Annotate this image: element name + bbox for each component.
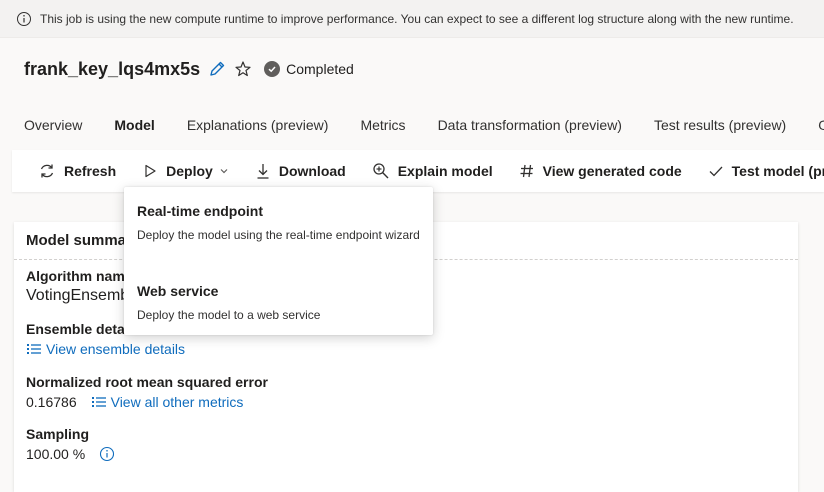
refresh-icon (40, 164, 54, 178)
zoom-in-icon (373, 163, 389, 179)
info-icon (17, 11, 31, 26)
real-time-endpoint-description: Deploy the model using the real-time end… (137, 228, 420, 242)
tab-data-transformation[interactable]: Data transformation (preview) (438, 113, 622, 137)
deploy-dropdown-menu: Real-time endpoint Deploy the model usin… (124, 187, 433, 335)
download-icon (257, 164, 269, 179)
nrmse-value: 0.16786 (26, 394, 77, 410)
job-header: frank_key_lqs4mx5s Completed (24, 56, 354, 82)
play-icon (145, 164, 156, 178)
chevron-down-icon (220, 169, 228, 174)
sampling-field: Sampling 100.00 % (26, 426, 115, 462)
refresh-button[interactable]: Refresh (38, 162, 116, 180)
view-generated-code-label: View generated code (542, 163, 682, 179)
status-badge: Completed (264, 61, 354, 77)
view-ensemble-details-text: View ensemble details (46, 341, 186, 357)
web-service-menu-item[interactable]: Web service Deploy the model to a web se… (137, 283, 422, 325)
real-time-endpoint-title: Real-time endpoint (137, 203, 264, 219)
tab-test-results[interactable]: Test results (preview) (654, 113, 786, 137)
edit-pencil-icon[interactable] (208, 60, 226, 78)
tab-bar: Overview Model Explanations (preview) Me… (0, 110, 824, 140)
view-generated-code-button[interactable]: View generated code (519, 163, 682, 179)
sampling-value: 100.00 % (26, 446, 86, 462)
nrmse-field: Normalized root mean squared error 0.167… (26, 374, 268, 410)
download-label: Download (278, 163, 346, 179)
completed-check-icon (264, 61, 281, 77)
deploy-label: Deploy (166, 163, 213, 179)
view-all-metrics-text: View all other metrics (110, 394, 244, 410)
deploy-button[interactable]: Deploy (142, 163, 229, 179)
explain-model-button[interactable]: Explain model (372, 162, 493, 180)
tab-overview[interactable]: Overview (24, 113, 82, 137)
tab-outputs[interactable]: Ou (818, 113, 824, 137)
bullet-list-icon (91, 397, 106, 407)
bullet-list-icon (27, 344, 41, 354)
info-banner: This job is using the new compute runtim… (0, 0, 824, 38)
command-bar: Refresh Deploy Download Explain model Vi… (12, 150, 824, 192)
view-ensemble-details-link[interactable]: View ensemble details (26, 341, 185, 357)
banner-text: This job is using the new compute runtim… (40, 11, 794, 26)
web-service-title: Web service (137, 283, 219, 299)
status-text: Completed (286, 61, 354, 77)
test-model-label: Test model (prev (731, 163, 824, 179)
web-service-description: Deploy the model to a web service (137, 308, 321, 322)
view-all-metrics-link[interactable]: View all other metrics (91, 394, 244, 410)
favorite-star-icon[interactable] (234, 60, 252, 78)
tab-explanations[interactable]: Explanations (preview) (187, 113, 329, 137)
download-button[interactable]: Download (255, 162, 346, 180)
algorithm-field: Algorithm nam VotingEnsemb (26, 268, 129, 305)
sampling-label: Sampling (26, 426, 90, 442)
tab-model[interactable]: Model (114, 113, 154, 137)
real-time-endpoint-menu-item[interactable]: Real-time endpoint Deploy the model usin… (137, 203, 422, 245)
sampling-info-icon[interactable] (99, 446, 115, 462)
job-title: frank_key_lqs4mx5s (24, 58, 201, 79)
checkmark-icon (709, 166, 723, 177)
explain-model-label: Explain model (397, 163, 493, 179)
hashtag-icon (520, 164, 533, 178)
nrmse-label: Normalized root mean squared error (26, 374, 268, 390)
algorithm-value: VotingEnsemb (26, 287, 130, 304)
tab-metrics[interactable]: Metrics (360, 113, 405, 137)
algorithm-label: Algorithm nam (26, 268, 125, 284)
refresh-label: Refresh (64, 163, 117, 179)
test-model-button[interactable]: Test model (prev (708, 163, 824, 179)
